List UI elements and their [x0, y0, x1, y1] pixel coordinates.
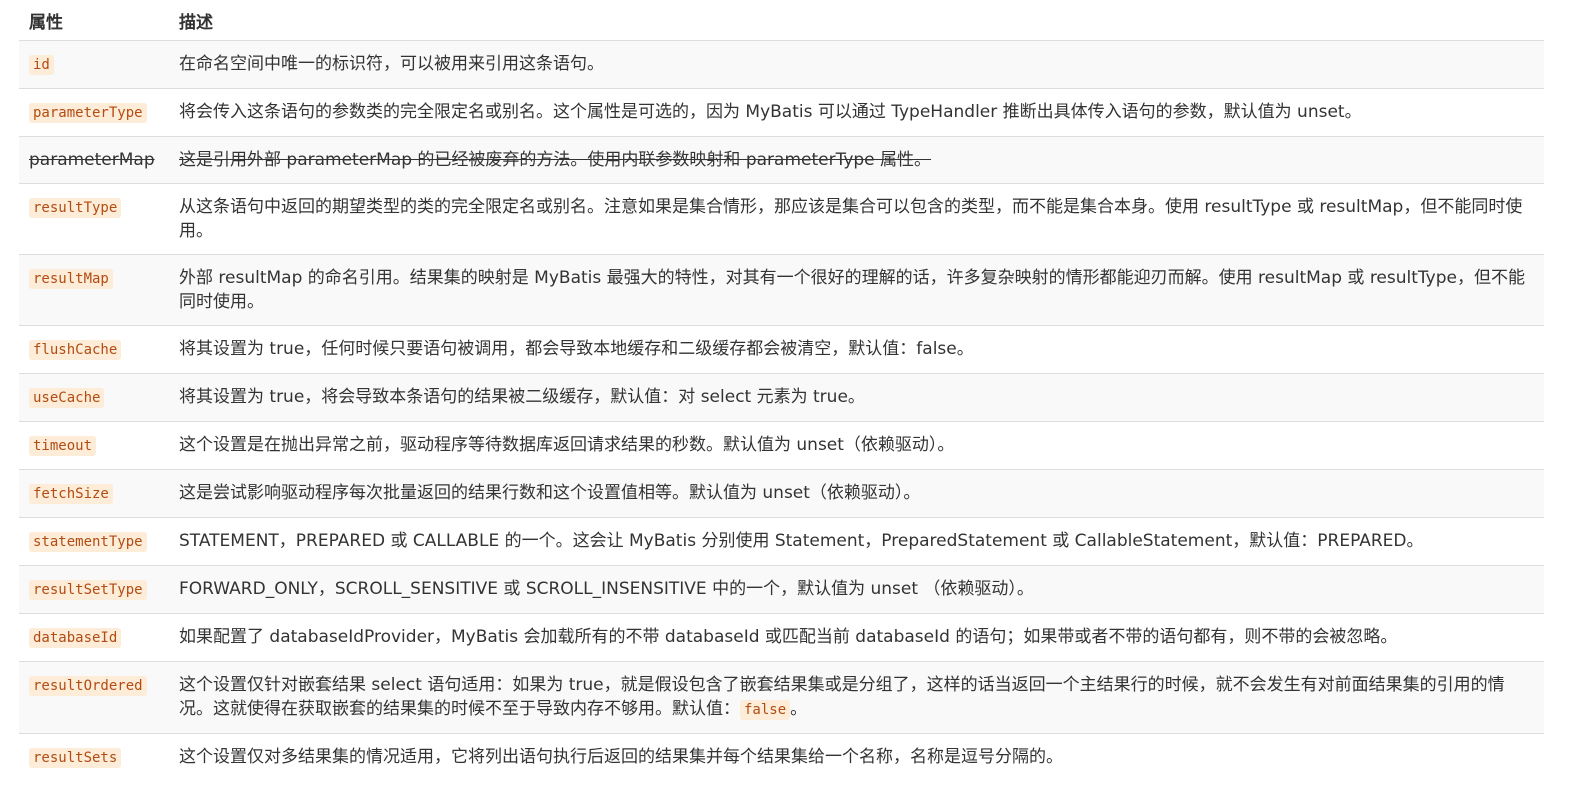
attr-code: resultMap — [29, 269, 113, 289]
table-row: fetchSize 这是尝试影响驱动程序每次批量返回的结果行数和这个设置值相等。… — [19, 469, 1544, 518]
table-row-deprecated: parameterMap 这是引用外部 parameterMap 的已经被废弃的… — [19, 136, 1544, 184]
desc-inline-code: false — [740, 700, 791, 720]
desc-cell: 如果配置了 databaseIdProvider，MyBatis 会加载所有的不… — [169, 613, 1544, 662]
attr-code: resultType — [29, 198, 122, 218]
attr-deprecated-text: parameterMap — [29, 150, 155, 170]
desc-cell: 这是尝试影响驱动程序每次批量返回的结果行数和这个设置值相等。默认值为 unset… — [169, 469, 1544, 518]
attr-cell: flushCache — [19, 325, 169, 374]
attr-code: timeout — [29, 436, 97, 456]
desc-cell: 这个设置是在抛出异常之前，驱动程序等待数据库返回请求结果的秒数。默认值为 uns… — [169, 421, 1544, 470]
attr-code: databaseId — [29, 628, 122, 648]
attr-code: resultSets — [29, 748, 122, 768]
attr-code: resultOrdered — [29, 676, 147, 696]
header-attribute: 属性 — [19, 0, 169, 41]
desc-text: 这个设置仅针对嵌套结果 select 语句适用：如果为 true，就是假设包含了… — [179, 675, 1505, 719]
table-row: resultType 从这条语句中返回的期望类型的类的完全限定名或别名。注意如果… — [19, 183, 1544, 255]
table-row: resultSetType FORWARD_ONLY，SCROLL_SENSIT… — [19, 565, 1544, 614]
desc-cell: 将会传入这条语句的参数类的完全限定名或别名。这个属性是可选的，因为 MyBati… — [169, 88, 1544, 137]
attr-cell: parameterType — [19, 88, 169, 137]
table-row: timeout 这个设置是在抛出异常之前，驱动程序等待数据库返回请求结果的秒数。… — [19, 421, 1544, 470]
attr-cell: useCache — [19, 373, 169, 422]
table-header-row: 属性 描述 — [19, 0, 1544, 41]
attribute-table-container: 属性 描述 id 在命名空间中唯一的标识符，可以被用来引用这条语句。 param… — [19, 0, 1544, 781]
table-row: flushCache 将其设置为 true，任何时候只要语句被调用，都会导致本地… — [19, 325, 1544, 374]
attr-code: parameterType — [29, 103, 147, 123]
table-row: resultSets 这个设置仅对多结果集的情况适用，它将列出语句执行后返回的结… — [19, 733, 1544, 781]
desc-text-end: 。 — [790, 699, 808, 719]
header-description: 描述 — [169, 0, 1544, 41]
desc-cell: 从这条语句中返回的期望类型的类的完全限定名或别名。注意如果是集合情形，那应该是集… — [169, 183, 1544, 255]
attr-code: id — [29, 55, 54, 75]
attr-code: flushCache — [29, 340, 122, 360]
desc-deprecated-text: 这是引用外部 parameterMap 的已经被废弃的方法。使用内联参数映射和 … — [179, 150, 932, 170]
desc-cell: STATEMENT，PREPARED 或 CALLABLE 的一个。这会让 My… — [169, 517, 1544, 566]
attr-code: resultSetType — [29, 580, 147, 600]
desc-cell: 这个设置仅针对嵌套结果 select 语句适用：如果为 true，就是假设包含了… — [169, 661, 1544, 734]
desc-cell: 这是引用外部 parameterMap 的已经被废弃的方法。使用内联参数映射和 … — [169, 136, 1544, 184]
desc-cell: 外部 resultMap 的命名引用。结果集的映射是 MyBatis 最强大的特… — [169, 254, 1544, 326]
desc-cell: 将其设置为 true，将会导致本条语句的结果被二级缓存，默认值：对 select… — [169, 373, 1544, 422]
table-row: useCache 将其设置为 true，将会导致本条语句的结果被二级缓存，默认值… — [19, 373, 1544, 422]
attr-cell: resultType — [19, 183, 169, 255]
table-row: statementType STATEMENT，PREPARED 或 CALLA… — [19, 517, 1544, 566]
attr-cell: resultSetType — [19, 565, 169, 614]
attr-cell: databaseId — [19, 613, 169, 662]
table-row: databaseId 如果配置了 databaseIdProvider，MyBa… — [19, 613, 1544, 662]
attr-cell: statementType — [19, 517, 169, 566]
desc-cell: FORWARD_ONLY，SCROLL_SENSITIVE 或 SCROLL_I… — [169, 565, 1544, 614]
attribute-table: 属性 描述 id 在命名空间中唯一的标识符，可以被用来引用这条语句。 param… — [19, 0, 1544, 781]
desc-cell: 在命名空间中唯一的标识符，可以被用来引用这条语句。 — [169, 40, 1544, 89]
attr-cell: fetchSize — [19, 469, 169, 518]
attr-cell: id — [19, 40, 169, 89]
attr-code: useCache — [29, 388, 105, 408]
desc-cell: 这个设置仅对多结果集的情况适用，它将列出语句执行后返回的结果集并每个结果集给一个… — [169, 733, 1544, 781]
table-row: id 在命名空间中唯一的标识符，可以被用来引用这条语句。 — [19, 40, 1544, 89]
attr-code: fetchSize — [29, 484, 113, 504]
attr-cell: parameterMap — [19, 136, 169, 184]
table-row: resultMap 外部 resultMap 的命名引用。结果集的映射是 MyB… — [19, 254, 1544, 326]
table-row: resultOrdered 这个设置仅针对嵌套结果 select 语句适用：如果… — [19, 661, 1544, 734]
attr-cell: resultMap — [19, 254, 169, 326]
desc-cell: 将其设置为 true，任何时候只要语句被调用，都会导致本地缓存和二级缓存都会被清… — [169, 325, 1544, 374]
table-row: parameterType 将会传入这条语句的参数类的完全限定名或别名。这个属性… — [19, 88, 1544, 137]
attr-code: statementType — [29, 532, 147, 552]
attr-cell: resultOrdered — [19, 661, 169, 734]
attr-cell: timeout — [19, 421, 169, 470]
attr-cell: resultSets — [19, 733, 169, 781]
